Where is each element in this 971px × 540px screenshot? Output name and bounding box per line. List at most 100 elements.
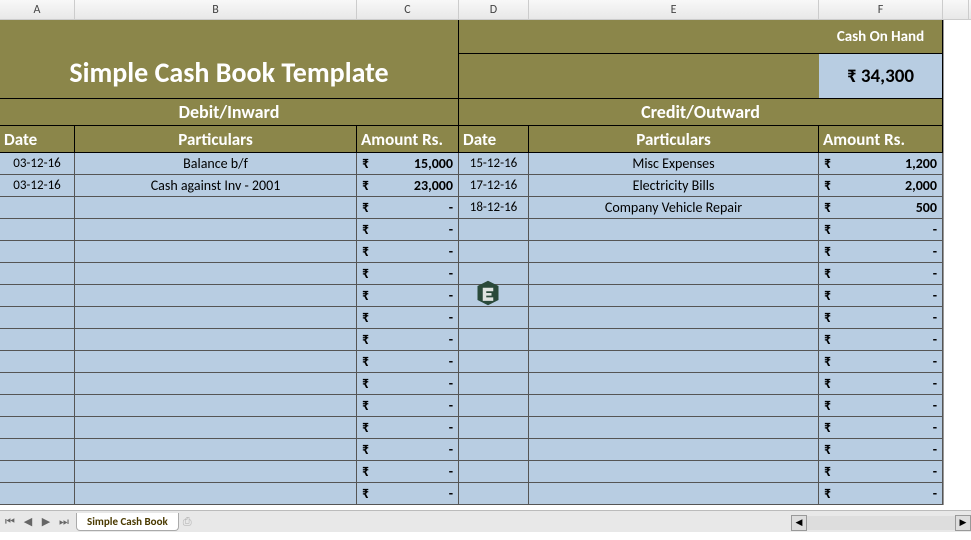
debit-date-cell[interactable] (0, 395, 75, 417)
debit-particulars-cell[interactable] (75, 263, 357, 285)
debit-amount-cell[interactable]: ₹- (357, 197, 459, 219)
debit-particulars-cell[interactable] (75, 197, 357, 219)
col-F[interactable]: F (819, 0, 943, 19)
credit-date-cell[interactable]: 18-12-16 (459, 197, 529, 219)
credit-date-cell[interactable]: 17-12-16 (459, 175, 529, 197)
debit-particulars-cell[interactable] (75, 439, 357, 461)
credit-amount-cell[interactable]: ₹- (819, 219, 943, 241)
debit-particulars-cell[interactable] (75, 373, 357, 395)
credit-date-cell[interactable] (459, 351, 529, 373)
debit-date-cell[interactable] (0, 241, 75, 263)
debit-date-cell[interactable] (0, 351, 75, 373)
debit-amount-cell[interactable]: ₹- (357, 373, 459, 395)
debit-particulars-cell[interactable] (75, 417, 357, 439)
credit-date-cell[interactable] (459, 395, 529, 417)
col-A[interactable]: A (0, 0, 75, 19)
credit-date-cell[interactable] (459, 417, 529, 439)
debit-particulars-cell[interactable]: Balance b/f (75, 153, 357, 175)
credit-date-cell[interactable] (459, 285, 529, 307)
debit-date-cell[interactable]: 03-12-16 (0, 175, 75, 197)
credit-date-cell[interactable] (459, 307, 529, 329)
credit-amount-cell[interactable]: ₹2,000 (819, 175, 943, 197)
new-sheet-icon[interactable]: ⎙ (183, 515, 192, 529)
credit-particulars-cell[interactable] (529, 329, 819, 351)
debit-particulars-cell[interactable] (75, 351, 357, 373)
scroll-right-icon[interactable]: ▶ (955, 515, 971, 531)
credit-date-cell[interactable] (459, 263, 529, 285)
debit-particulars-cell[interactable] (75, 241, 357, 263)
credit-amount-cell[interactable]: ₹- (819, 483, 943, 505)
credit-amount-cell[interactable]: ₹- (819, 263, 943, 285)
tab-last-icon[interactable]: ⏭ (56, 514, 72, 530)
debit-particulars-cell[interactable] (75, 307, 357, 329)
debit-date-cell[interactable] (0, 417, 75, 439)
debit-date-cell[interactable] (0, 439, 75, 461)
credit-particulars-cell[interactable] (529, 439, 819, 461)
debit-amount-cell[interactable]: ₹- (357, 417, 459, 439)
debit-particulars-cell[interactable] (75, 285, 357, 307)
debit-particulars-cell[interactable] (75, 483, 357, 505)
col-B[interactable]: B (75, 0, 357, 19)
debit-date-cell[interactable]: 03-12-16 (0, 153, 75, 175)
horizontal-scrollbar[interactable]: ◀ ▶ (791, 514, 971, 532)
debit-particulars-cell[interactable]: Cash against Inv - 2001 (75, 175, 357, 197)
tab-prev-icon[interactable]: ◀ (20, 514, 36, 530)
credit-amount-cell[interactable]: ₹- (819, 461, 943, 483)
credit-particulars-cell[interactable]: Company Vehicle Repair (529, 197, 819, 219)
credit-date-cell[interactable] (459, 373, 529, 395)
credit-particulars-cell[interactable] (529, 395, 819, 417)
credit-particulars-cell[interactable] (529, 307, 819, 329)
debit-amount-cell[interactable]: ₹- (357, 483, 459, 505)
credit-particulars-cell[interactable] (529, 373, 819, 395)
debit-date-cell[interactable] (0, 461, 75, 483)
debit-date-cell[interactable] (0, 285, 75, 307)
credit-amount-cell[interactable]: ₹500 (819, 197, 943, 219)
debit-amount-cell[interactable]: ₹- (357, 395, 459, 417)
credit-amount-cell[interactable]: ₹- (819, 351, 943, 373)
debit-particulars-cell[interactable] (75, 395, 357, 417)
debit-amount-cell[interactable]: ₹- (357, 439, 459, 461)
credit-particulars-cell[interactable] (529, 461, 819, 483)
credit-amount-cell[interactable]: ₹1,200 (819, 153, 943, 175)
credit-date-cell[interactable] (459, 461, 529, 483)
credit-amount-cell[interactable]: ₹- (819, 417, 943, 439)
debit-amount-cell[interactable]: ₹- (357, 461, 459, 483)
credit-particulars-cell[interactable] (529, 241, 819, 263)
tab-first-icon[interactable]: ⏮ (2, 514, 18, 530)
debit-date-cell[interactable] (0, 373, 75, 395)
credit-particulars-cell[interactable]: Electricity Bills (529, 175, 819, 197)
debit-particulars-cell[interactable] (75, 461, 357, 483)
col-C[interactable]: C (357, 0, 459, 19)
debit-date-cell[interactable] (0, 483, 75, 505)
debit-amount-cell[interactable]: ₹- (357, 307, 459, 329)
scroll-track[interactable] (807, 516, 955, 530)
credit-amount-cell[interactable]: ₹- (819, 329, 943, 351)
credit-particulars-cell[interactable] (529, 483, 819, 505)
debit-date-cell[interactable] (0, 263, 75, 285)
tab-next-icon[interactable]: ▶ (38, 514, 54, 530)
credit-particulars-cell[interactable] (529, 263, 819, 285)
credit-date-cell[interactable] (459, 439, 529, 461)
credit-particulars-cell[interactable] (529, 219, 819, 241)
debit-amount-cell[interactable]: ₹- (357, 241, 459, 263)
credit-amount-cell[interactable]: ₹- (819, 285, 943, 307)
debit-particulars-cell[interactable] (75, 219, 357, 241)
debit-date-cell[interactable] (0, 219, 75, 241)
sheet-tab-active[interactable]: Simple Cash Book (76, 513, 179, 531)
col-D[interactable]: D (459, 0, 529, 19)
debit-particulars-cell[interactable] (75, 329, 357, 351)
credit-particulars-cell[interactable] (529, 285, 819, 307)
credit-amount-cell[interactable]: ₹- (819, 373, 943, 395)
debit-amount-cell[interactable]: ₹- (357, 263, 459, 285)
credit-amount-cell[interactable]: ₹- (819, 241, 943, 263)
scroll-left-icon[interactable]: ◀ (791, 515, 807, 531)
credit-date-cell[interactable] (459, 483, 529, 505)
debit-date-cell[interactable] (0, 197, 75, 219)
debit-amount-cell[interactable]: ₹15,000 (357, 153, 459, 175)
col-E[interactable]: E (529, 0, 819, 19)
credit-amount-cell[interactable]: ₹- (819, 395, 943, 417)
credit-amount-cell[interactable]: ₹- (819, 439, 943, 461)
credit-date-cell[interactable] (459, 329, 529, 351)
debit-date-cell[interactable] (0, 329, 75, 351)
debit-amount-cell[interactable]: ₹23,000 (357, 175, 459, 197)
